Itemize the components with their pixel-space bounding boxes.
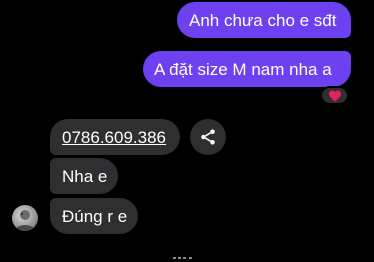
incoming-message-text: Nha e <box>62 166 108 186</box>
outgoing-message-1[interactable]: Anh chưa cho e sđt <box>177 2 351 38</box>
profile-photo <box>15 210 35 231</box>
heart-reaction[interactable] <box>320 86 349 105</box>
timestamp <box>168 250 208 262</box>
outgoing-message-text: Anh chưa cho e sđt <box>189 10 337 30</box>
avatar[interactable] <box>12 205 38 231</box>
timestamp-partial <box>173 257 192 259</box>
share-button[interactable] <box>190 119 226 155</box>
incoming-message-3[interactable]: Đúng r e <box>50 198 138 234</box>
share-icon <box>201 129 215 145</box>
outgoing-message-text: A đặt size M nam nha a <box>154 59 332 79</box>
incoming-message-phone[interactable]: 0786.609.386 <box>50 119 180 155</box>
outgoing-message-2[interactable]: A đặt size M nam nha a <box>143 51 351 87</box>
incoming-message-text: Đúng r e <box>62 206 128 226</box>
phone-number-link[interactable]: 0786.609.386 <box>62 129 166 146</box>
incoming-message-2[interactable]: Nha e <box>50 158 118 194</box>
heart-icon <box>328 90 341 101</box>
